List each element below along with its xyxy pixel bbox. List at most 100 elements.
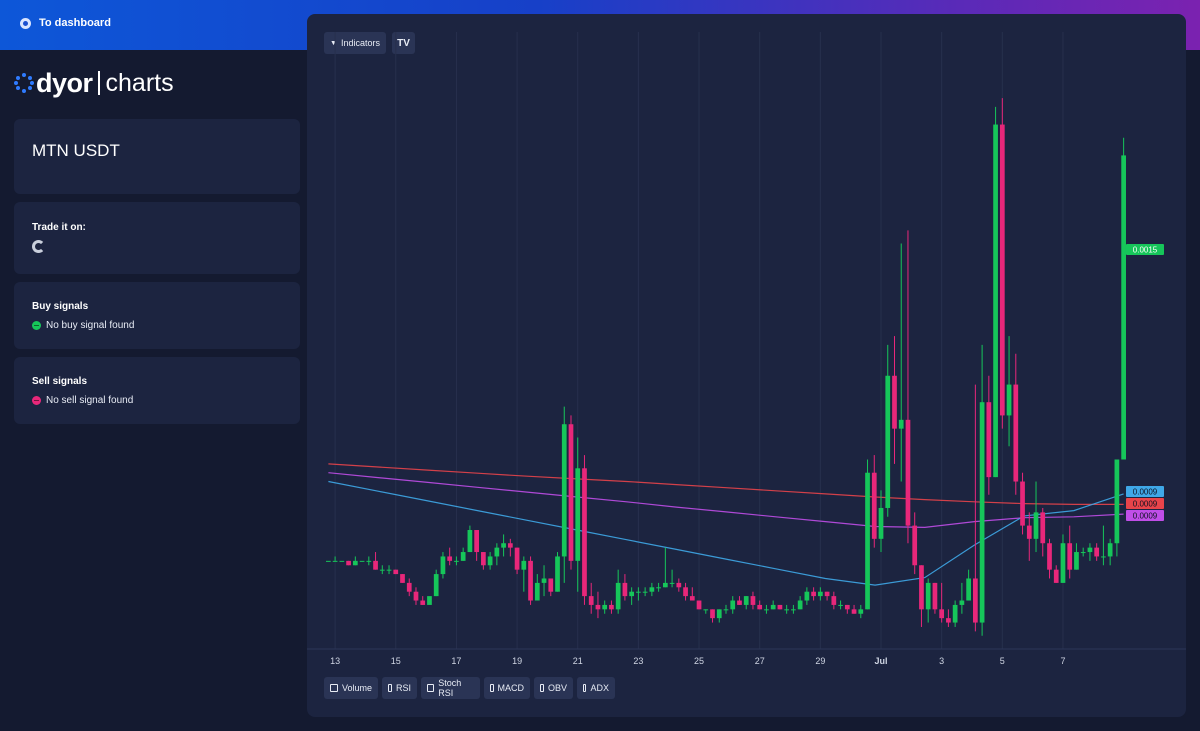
candlestick-chart[interactable]: 13 15 17 19 21 23 25 27 29 Jul 3 5 7 0.00150.00090.0… [307, 14, 1186, 717]
buy-signals-title: Buy signals [32, 301, 89, 312]
sell-status-text: No sell signal found [46, 395, 134, 406]
ma-fast-line [328, 480, 1124, 586]
candle [595, 591, 601, 619]
candle [1053, 565, 1059, 583]
x-tick-label: 21 [573, 656, 583, 666]
candle [427, 596, 432, 605]
candle [838, 600, 843, 610]
candle [919, 565, 924, 627]
candle [1060, 534, 1066, 583]
x-tick-label: 13 [330, 656, 340, 666]
candle [851, 604, 857, 614]
buy-signal-status: No buy signal found [32, 320, 134, 331]
price-label: 0.0009 [1126, 486, 1164, 497]
candle [514, 547, 520, 575]
indicator-label: Volume [341, 683, 372, 693]
candle [1020, 472, 1025, 535]
price-label-text: 0.0015 [1133, 246, 1158, 255]
candle [393, 569, 399, 575]
candle [649, 582, 655, 597]
sell-signals-card: Sell signals No sell signal found [14, 357, 300, 424]
sell-signals-title: Sell signals [32, 376, 88, 387]
pair-card: MTN USDT [14, 119, 300, 194]
candle [791, 604, 796, 614]
indicator-toggle-obv[interactable]: OBV [534, 677, 573, 699]
logo-separator [97, 71, 100, 95]
candle [844, 604, 850, 614]
indicator-toggle-stoch-rsi[interactable]: Stoch RSI [421, 677, 480, 699]
candle [689, 587, 695, 601]
buy-signals-card: Buy signals No buy signal found [14, 282, 300, 349]
candle [467, 525, 473, 553]
candle [764, 604, 769, 614]
candle [993, 106, 998, 478]
indicator-label: OBV [547, 683, 567, 693]
candle [1101, 525, 1106, 566]
checkbox-icon [330, 684, 338, 692]
candle [406, 578, 412, 597]
price-labels: 0.0015 0.0009 0.0009 0.0009 [1126, 244, 1164, 521]
x-tick-label: 7 [1060, 656, 1065, 666]
candle [420, 596, 426, 605]
candle [534, 574, 540, 601]
candle [400, 574, 405, 583]
candle [831, 591, 837, 610]
candle [797, 596, 803, 610]
logo-product: charts [105, 68, 174, 97]
x-axis-ticks: 13 15 17 19 21 23 25 27 29 Jul 3 5 7 [330, 656, 1065, 666]
candle [561, 406, 567, 583]
candle [905, 230, 911, 544]
ma-mid-line [328, 472, 1124, 529]
candle [1074, 543, 1079, 570]
exchange-icon[interactable] [32, 240, 45, 253]
candle [662, 547, 668, 588]
candle [454, 556, 459, 566]
candle [548, 578, 554, 597]
candle [683, 582, 688, 601]
candle [676, 578, 682, 592]
to-dashboard-label: To dashboard [39, 17, 111, 29]
candle [359, 560, 365, 562]
checkbox-icon [388, 684, 392, 692]
candle [784, 604, 790, 614]
candle [898, 243, 904, 482]
candle [555, 552, 560, 592]
indicator-toggle-adx[interactable]: ADX [577, 677, 615, 699]
indicator-label: RSI [395, 683, 411, 693]
grid-lines [307, 32, 1186, 650]
candle [588, 582, 594, 614]
checkbox-icon [540, 684, 544, 692]
candle [521, 556, 527, 592]
candle [946, 609, 951, 627]
trade-title: Trade it on: [32, 222, 86, 233]
indicator-toggle-volume[interactable]: Volume [324, 677, 378, 699]
candle [1114, 459, 1120, 557]
dyor-charts-logo[interactable]: dyor charts [14, 68, 174, 98]
candle [952, 600, 958, 627]
buy-status-text: No buy signal found [46, 320, 135, 331]
buy-status-icon [32, 321, 41, 330]
candle [366, 556, 372, 566]
x-tick-label: 27 [755, 656, 765, 666]
candle [494, 543, 500, 566]
candle [743, 596, 749, 610]
x-tick-label: 15 [391, 656, 401, 666]
candle [885, 344, 891, 517]
candle [730, 596, 736, 614]
candle [474, 530, 479, 561]
candle [750, 591, 756, 610]
candle [669, 569, 675, 588]
candle [925, 578, 931, 623]
to-dashboard-link[interactable]: To dashboard [20, 17, 111, 29]
candle [770, 600, 776, 610]
indicator-toggle-macd[interactable]: MACD [484, 677, 530, 699]
logo-brand: dyor [36, 67, 93, 98]
candle [413, 587, 419, 605]
candle [716, 609, 722, 623]
candle [966, 569, 971, 601]
candle [878, 490, 884, 553]
x-tick-label: Jul [875, 656, 888, 666]
price-label: 0.0015 [1126, 244, 1164, 255]
indicator-toggle-rsi[interactable]: RSI [382, 677, 417, 699]
candle [1094, 543, 1100, 561]
